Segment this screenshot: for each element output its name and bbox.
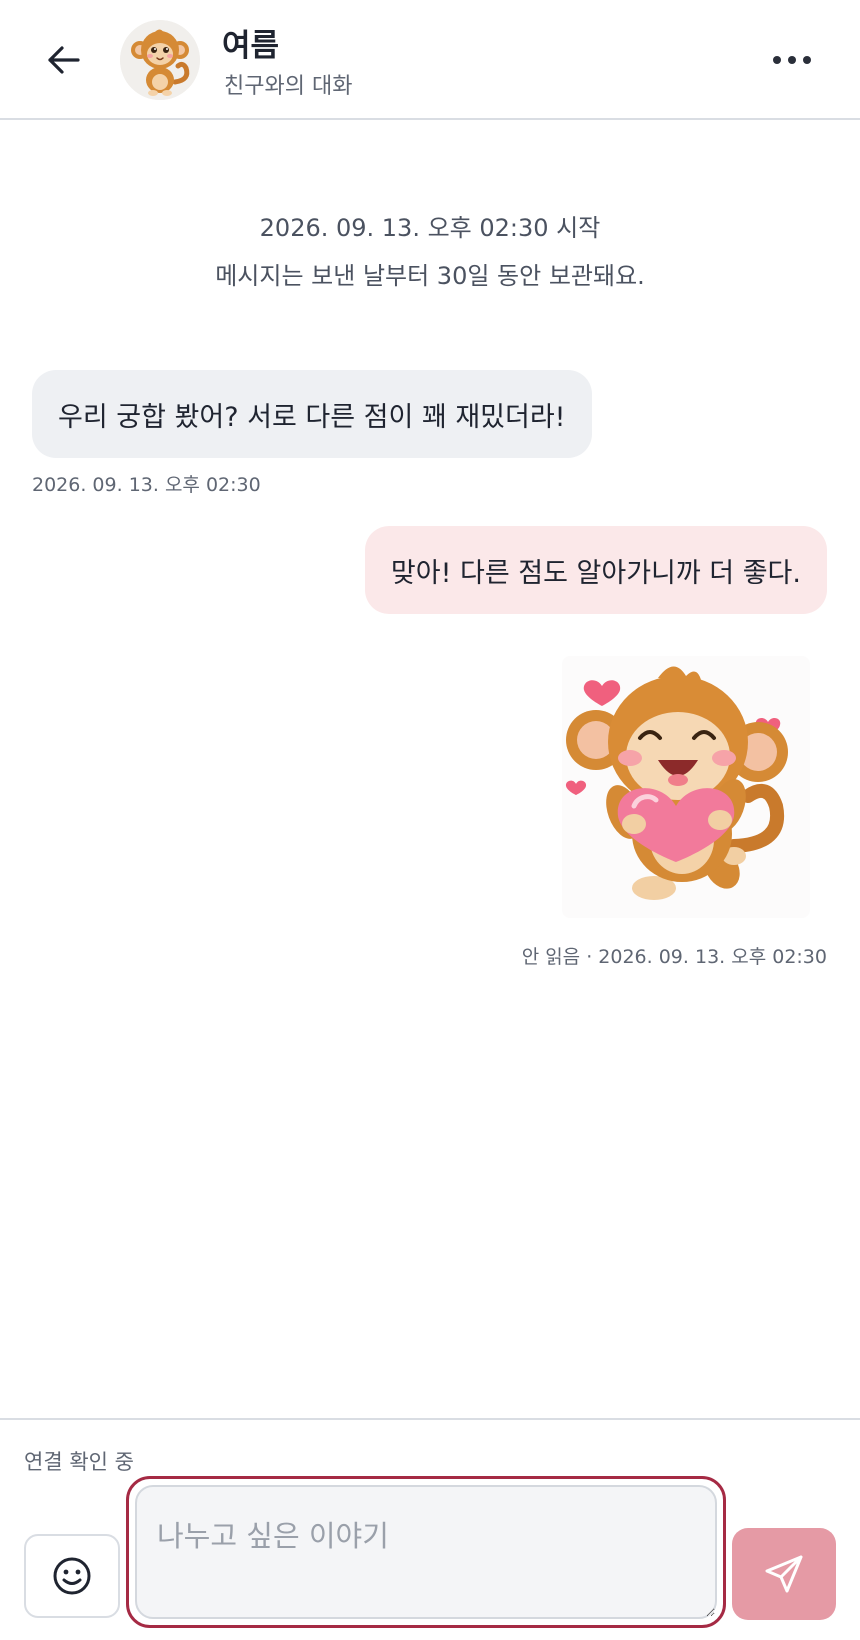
more-horizontal-icon: [773, 56, 781, 64]
message-text: 맞아! 다른 점도 알아가니까 더 좋다.: [390, 557, 801, 589]
message-input[interactable]: [135, 1485, 717, 1619]
message-read-status: 안 읽음 · 2026. 09. 13. 오후 02:30: [521, 946, 827, 968]
retention-notice: 메시지는 보낸 날부터 30일 동안 보관돼요.: [215, 262, 645, 290]
message-input-focus-ring: [126, 1476, 726, 1628]
more-options-button[interactable]: [764, 40, 820, 80]
message-composer: 연결 확인 중: [0, 1418, 860, 1640]
smiley-icon: [53, 1557, 91, 1595]
sticker-message[interactable]: [562, 656, 810, 918]
chat-subtitle: 친구와의 대화: [224, 74, 353, 99]
arrow-left-icon: [48, 46, 80, 74]
monkey-heart-sticker-icon: [565, 666, 788, 900]
avatar: [120, 20, 200, 100]
send-button[interactable]: [732, 1528, 836, 1620]
connection-status: 연결 확인 중: [24, 1450, 134, 1474]
outgoing-message-bubble[interactable]: 맞아! 다른 점도 알아가니까 더 좋다.: [364, 526, 827, 614]
message-timestamp: 2026. 09. 13. 오후 02:30: [32, 474, 261, 496]
chat-screen: 여름 친구와의 대화 2026. 09. 13. 오후 02:30 시작 메시지…: [0, 0, 860, 1640]
incoming-message-bubble[interactable]: 우리 궁합 봤어? 서로 다른 점이 꽤 재밌더라!: [32, 370, 592, 458]
chat-title: 여름: [222, 28, 280, 64]
monkey-avatar-icon: [120, 20, 200, 100]
back-button[interactable]: [34, 32, 94, 88]
emoji-button[interactable]: [24, 1534, 120, 1618]
chat-header: 여름 친구와의 대화: [0, 0, 860, 120]
message-text: 우리 궁합 봤어? 서로 다른 점이 꽤 재밌더라!: [58, 401, 566, 433]
send-icon: [765, 1555, 803, 1593]
conversation-start-time: 2026. 09. 13. 오후 02:30 시작: [259, 214, 601, 242]
conversation-notice: 2026. 09. 13. 오후 02:30 시작 메시지는 보낸 날부터 30…: [0, 204, 860, 300]
